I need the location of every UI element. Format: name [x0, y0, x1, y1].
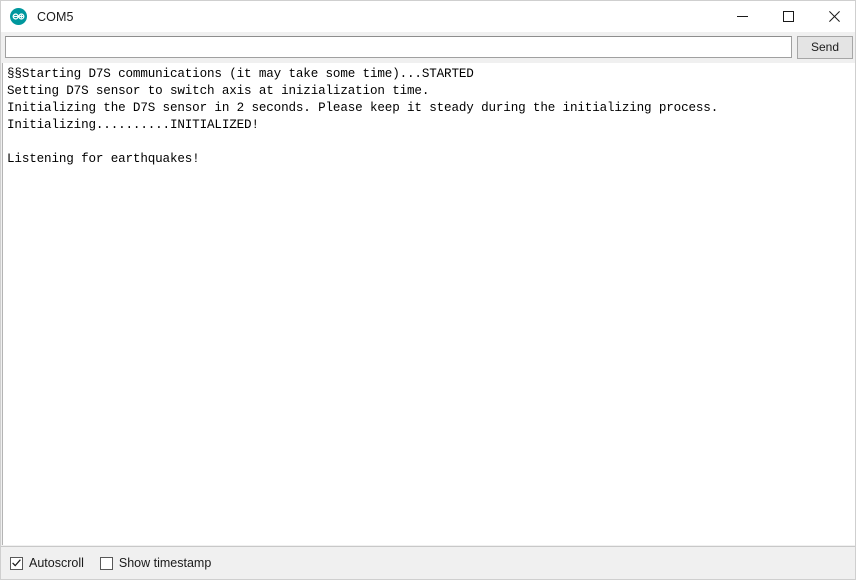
serial-monitor-window: COM5 Send §§Starting D7S communications …	[0, 0, 856, 580]
title-bar: COM5	[1, 1, 855, 32]
arduino-logo-icon	[10, 8, 27, 25]
autoscroll-label: Autoscroll	[29, 556, 84, 570]
send-input[interactable]	[5, 36, 792, 58]
show-timestamp-checkbox-box	[99, 556, 113, 570]
window-title: COM5	[37, 9, 74, 24]
send-button[interactable]: Send	[797, 36, 853, 59]
show-timestamp-checkbox[interactable]: Show timestamp	[99, 556, 212, 570]
minimize-button[interactable]	[719, 1, 765, 32]
console-output-area[interactable]: §§Starting D7S communications (it may ta…	[2, 63, 855, 545]
minimize-icon	[736, 16, 748, 17]
window-controls	[719, 1, 855, 32]
console-output-text: §§Starting D7S communications (it may ta…	[7, 67, 719, 166]
close-button[interactable]	[811, 1, 855, 32]
title-bar-left: COM5	[1, 1, 719, 32]
show-timestamp-label: Show timestamp	[118, 556, 212, 570]
autoscroll-checkbox[interactable]: Autoscroll	[10, 556, 84, 570]
maximize-button[interactable]	[765, 1, 811, 32]
autoscroll-checkbox-box	[10, 556, 23, 570]
send-bar: Send	[1, 32, 855, 63]
maximize-icon	[782, 11, 794, 22]
close-icon	[828, 11, 840, 22]
checkmark-icon	[12, 559, 21, 567]
checkbox-group: Autoscroll Show timestamp	[10, 556, 227, 570]
status-bar: Autoscroll Show timestamp Newline 9600 b…	[1, 546, 855, 579]
